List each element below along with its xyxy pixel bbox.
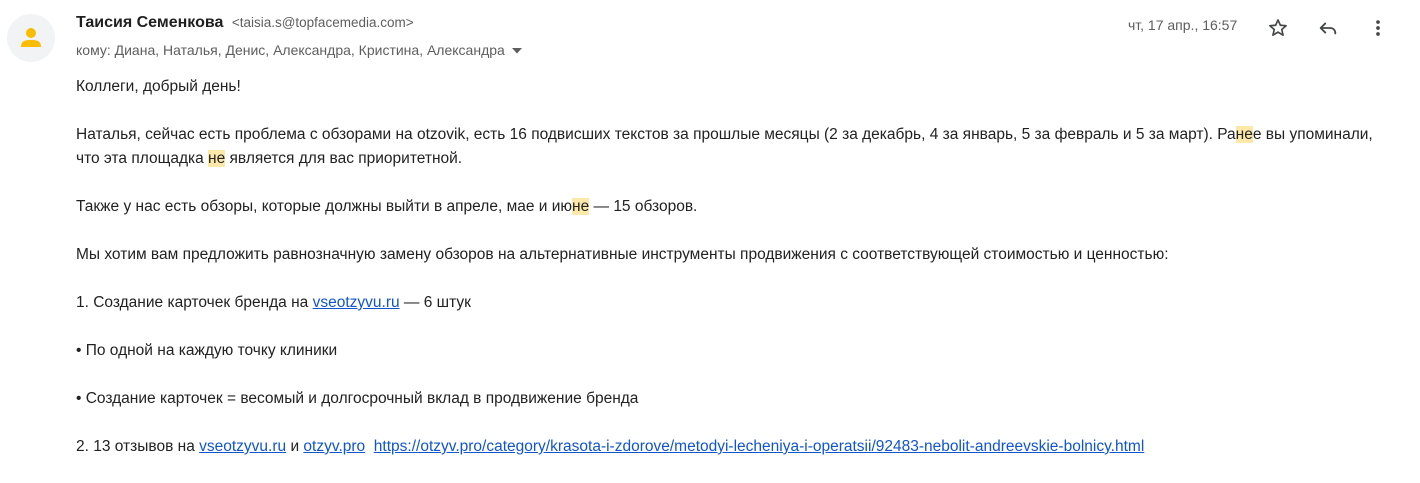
problem-paragraph: Наталья, сейчас есть проблема с обзорами… <box>76 123 1376 171</box>
sender-name[interactable]: Таисия Семенкова <box>76 14 223 31</box>
bullet-2-paragraph: • Создание карточек = весомый и долгосро… <box>76 387 1376 411</box>
reviews-paragraph: Также у нас есть обзоры, которые должны … <box>76 195 1376 219</box>
proposal-text: Мы хотим вам предложить равнозначную зам… <box>76 246 1169 263</box>
bullet-1-paragraph: • По одной на каждую точку клиники <box>76 339 1376 363</box>
star-outline-icon <box>1269 19 1287 36</box>
sender-email: <taisia.s@topfacemedia.com> <box>231 15 414 30</box>
item-1-text-b: — 6 штук <box>399 294 471 311</box>
recipients-text: кому: Диана, Наталья, Денис, Александра,… <box>76 42 505 58</box>
item-2-paragraph: 2. 13 отзывов на vseotzyvu.ru и otzyv.pr… <box>76 435 1376 459</box>
reviews-text-b: — 15 обзоров. <box>589 198 698 215</box>
reply-button[interactable] <box>1314 14 1342 42</box>
otzyv-pro-article-link[interactable]: https://otzyv.pro/category/krasota-i-zdo… <box>374 438 1144 455</box>
item-2-text-a: 2. 13 отзывов на <box>76 438 200 455</box>
bullet-1-text: • По одной на каждую точку клиники <box>76 342 338 359</box>
search-highlight: не <box>572 198 590 215</box>
item-1-text-a: 1. Создание карточек бренда на <box>76 294 313 311</box>
message-date: чт, 17 апр., 16:57 <box>1128 17 1238 33</box>
bullet-2-text: • Создание карточек = весомый и долгосро… <box>76 390 639 407</box>
reply-arrow-icon <box>1319 22 1337 35</box>
reviews-text-a: Также у нас есть обзоры, которые должны … <box>76 198 573 215</box>
person-avatar-icon <box>21 28 41 47</box>
vseotzyvu-link[interactable]: vseotzyvu.ru <box>199 438 286 455</box>
proposal-paragraph: Мы хотим вам предложить равнозначную зам… <box>76 243 1376 267</box>
search-highlight: не <box>208 150 226 167</box>
recipients-line: кому: Диана, Наталья, Денис, Александра,… <box>76 42 523 58</box>
greeting-paragraph: Коллеги, добрый день! <box>76 75 1376 99</box>
more-options-button[interactable] <box>1364 14 1392 42</box>
caret-down-icon[interactable] <box>511 42 523 58</box>
item-1-paragraph: 1. Создание карточек бренда на vseotzyvu… <box>76 291 1376 315</box>
vertical-dots-icon <box>1376 20 1380 36</box>
item-2-text-b: и <box>286 438 304 455</box>
problem-text-c: является для вас приоритетной. <box>225 150 463 167</box>
star-button[interactable] <box>1264 14 1292 42</box>
greeting-text: Коллеги, добрый день! <box>76 78 241 95</box>
sender-avatar[interactable] <box>7 14 55 62</box>
problem-text-a: Наталья, сейчас есть проблема с обзорами… <box>76 126 1236 143</box>
vseotzyvu-link[interactable]: vseotzyvu.ru <box>313 294 400 311</box>
search-highlight: не <box>1235 126 1253 143</box>
message-body: Коллеги, добрый день! Наталья, сейчас ес… <box>76 75 1376 483</box>
otzyv-pro-link[interactable]: otzyv.pro <box>303 438 365 455</box>
sender-line: Таисия Семенкова <taisia.s@topfacemedia.… <box>76 14 414 32</box>
